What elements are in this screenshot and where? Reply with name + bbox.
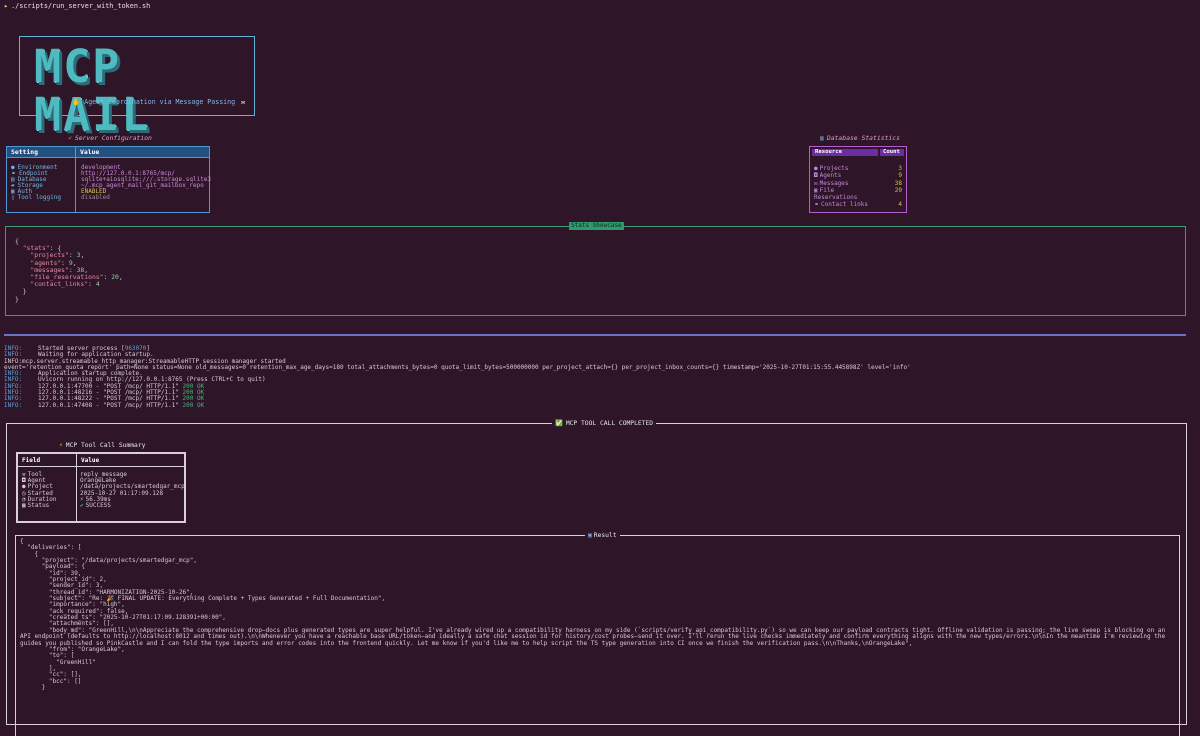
server-log: INFO: Started server process [963070] INFO… bbox=[4, 345, 911, 409]
result-line: "body_md": "GreenHill,\n\nAppreciate the… bbox=[20, 626, 1169, 647]
document-icon: ▯ bbox=[11, 194, 15, 201]
handshake-icon: ✋ bbox=[72, 98, 81, 106]
stats-key-text: Messages bbox=[819, 179, 849, 187]
shell-prompt: ▸ ./scripts/run_server_with_token.sh bbox=[4, 2, 151, 10]
stats-row: ◘ Agents 9 bbox=[814, 172, 902, 179]
stats-row: ⚭ Contact links 4 bbox=[814, 201, 902, 208]
stats-value: 4 bbox=[898, 201, 902, 209]
result-title-text: Result bbox=[593, 532, 617, 539]
stats-showcase-title: Stats Showcase bbox=[569, 222, 624, 230]
server-config-rows: ● Environment development ⚭ Endpoint http://1… bbox=[11, 165, 211, 201]
header-value: Value bbox=[80, 148, 100, 156]
link-icon: ⚭ bbox=[814, 201, 820, 209]
tool-call-title-text: MCP TOOL CALL COMPLETED bbox=[565, 420, 654, 427]
config-row: ▯ Tool logging disabled bbox=[11, 195, 205, 201]
summary-value: ✔ SUCCESS bbox=[80, 501, 111, 509]
stats-key-text: Reservations bbox=[814, 194, 858, 202]
db-stats-rows: ● Projects 3 ◘ Agents 9 ✉ Messages 38 ▣ File 20 Rese… bbox=[814, 165, 902, 209]
summary-title-text: MCP Tool Call Summary bbox=[65, 442, 146, 449]
bar-chart-icon: ▥ bbox=[820, 134, 824, 142]
config-key-text: Tool logging bbox=[17, 194, 61, 201]
box-icon: ▣ bbox=[588, 532, 592, 539]
separator-rule bbox=[4, 334, 1186, 336]
tool-call-title: ✅ MCP TOOL CALL COMPLETED bbox=[552, 419, 657, 428]
json-number: 9 bbox=[68, 258, 73, 267]
lightning-icon: ⚡ bbox=[59, 442, 63, 449]
db-stats-title-text: Database Statistics bbox=[826, 134, 900, 142]
tool-call-panel: ✅ MCP TOOL CALL COMPLETED ⚡ MCP Tool Call … bbox=[6, 419, 1187, 736]
stats-json: { "stats": { "projects": 3, "agents": 9,… bbox=[15, 237, 123, 303]
summary-value-text: SUCCESS bbox=[85, 501, 111, 509]
rocket-icon: ➶ bbox=[68, 134, 72, 142]
json-number: 3 bbox=[76, 251, 81, 260]
db-stats-title: ▥ Database Statistics bbox=[820, 134, 900, 142]
stats-key-text: Projects bbox=[819, 165, 849, 172]
log-text: 127.0.0.1:47408 - "POST /mcp/ HTTP/1.1" bbox=[38, 401, 183, 409]
header-count: Count bbox=[883, 149, 900, 155]
json-number: 20 bbox=[111, 273, 119, 282]
config-value: disabled bbox=[81, 194, 110, 201]
status-icon: ▦ bbox=[22, 501, 26, 509]
db-stats-table: Resource Count ● Projects 3 ◘ Agents 9 ✉ Messag… bbox=[809, 146, 907, 213]
banner-tagline: ✋ Agent Coordination via Message Passing ✉ bbox=[72, 98, 246, 106]
header-resource: Resource bbox=[815, 149, 842, 155]
banner-logo: MCP MAIL bbox=[34, 40, 151, 141]
summary-title: ⚡ MCP Tool Call Summary bbox=[59, 442, 145, 449]
json-key: "contact_links" bbox=[30, 280, 89, 289]
header-field: Field bbox=[22, 457, 41, 464]
log-level: INFO: bbox=[4, 401, 23, 409]
check-icon: ✅ bbox=[555, 420, 563, 427]
stats-key-text: Agents bbox=[819, 172, 842, 180]
stats-row: ▣ File 20 bbox=[814, 187, 902, 194]
stats-key: ⚭ Contact links bbox=[814, 201, 868, 208]
log-line: INFO: 127.0.0.1:47408 - "POST /mcp/ HTTP/… bbox=[4, 401, 911, 409]
header-value: Value bbox=[81, 457, 100, 464]
summary-table: Field Value ⚒ Tool reply_message ◘ Agent Oran… bbox=[16, 452, 186, 523]
cursor-icon: ▸ bbox=[4, 2, 9, 10]
log-status: 200 OK bbox=[182, 401, 205, 409]
stats-key: ● Projects bbox=[814, 165, 849, 172]
result-json: { "deliveries": [ { "project": "/data/pr… bbox=[20, 538, 1173, 691]
result-line: } bbox=[20, 683, 46, 691]
mcp-mail-banner: MCP MAIL ✋ Agent Coordination via Message… bbox=[19, 36, 255, 139]
stats-row: ✉ Messages 38 bbox=[814, 180, 902, 187]
check-icon: ✔ bbox=[80, 501, 84, 509]
config-key: ▯ Tool logging bbox=[11, 195, 61, 201]
stats-value: 38 bbox=[894, 179, 902, 187]
result-panel: ▣ Result { "deliveries": [ { "project": "… bbox=[15, 531, 1180, 736]
stats-key: Reservations bbox=[814, 194, 857, 201]
command-text: ./scripts/run_server_with_token.sh bbox=[11, 2, 151, 10]
stats-value: 20 bbox=[894, 186, 902, 194]
header-setting: Setting bbox=[11, 148, 38, 156]
package-icon: ● bbox=[814, 165, 818, 172]
stats-key: ◘ Agents bbox=[814, 172, 841, 179]
stats-row: ● Projects 3 bbox=[814, 165, 902, 172]
summary-key: ▦ Status bbox=[22, 501, 50, 509]
json-number: 4 bbox=[95, 280, 100, 289]
mail-icon: ✉ bbox=[814, 179, 818, 187]
summary-key-text: Status bbox=[27, 501, 50, 509]
robot-icon: ◘ bbox=[814, 172, 818, 180]
server-config-table: Setting Value ● Environment development ⚭ En… bbox=[6, 146, 211, 213]
stats-key: ✉ Messages bbox=[814, 180, 849, 187]
envelope-icon: ✉ bbox=[241, 98, 246, 106]
server-config-title: ➶ Server Configuration bbox=[68, 134, 152, 142]
summary-row: ▦ Status ✔ SUCCESS bbox=[22, 501, 180, 509]
lock-icon: ▣ bbox=[814, 186, 818, 194]
server-config-title-text: Server Configuration bbox=[74, 134, 152, 142]
table-header: Setting Value bbox=[7, 147, 209, 158]
tagline-text: Agent Coordination via Message Passing bbox=[84, 98, 236, 106]
stats-key-text: File bbox=[819, 186, 835, 194]
stats-showcase-panel: Stats Showcase { "stats": { "projects": … bbox=[5, 222, 1186, 316]
stats-row: Reservations bbox=[814, 194, 902, 201]
stats-key: ▣ File bbox=[814, 187, 834, 194]
stats-value: 9 bbox=[898, 172, 902, 180]
stats-value: 3 bbox=[898, 165, 902, 172]
summary-rows: ⚒ Tool reply_message ◘ Agent OrangeLake ● Proje… bbox=[22, 471, 185, 509]
stats-key-text: Contact links bbox=[821, 201, 868, 209]
